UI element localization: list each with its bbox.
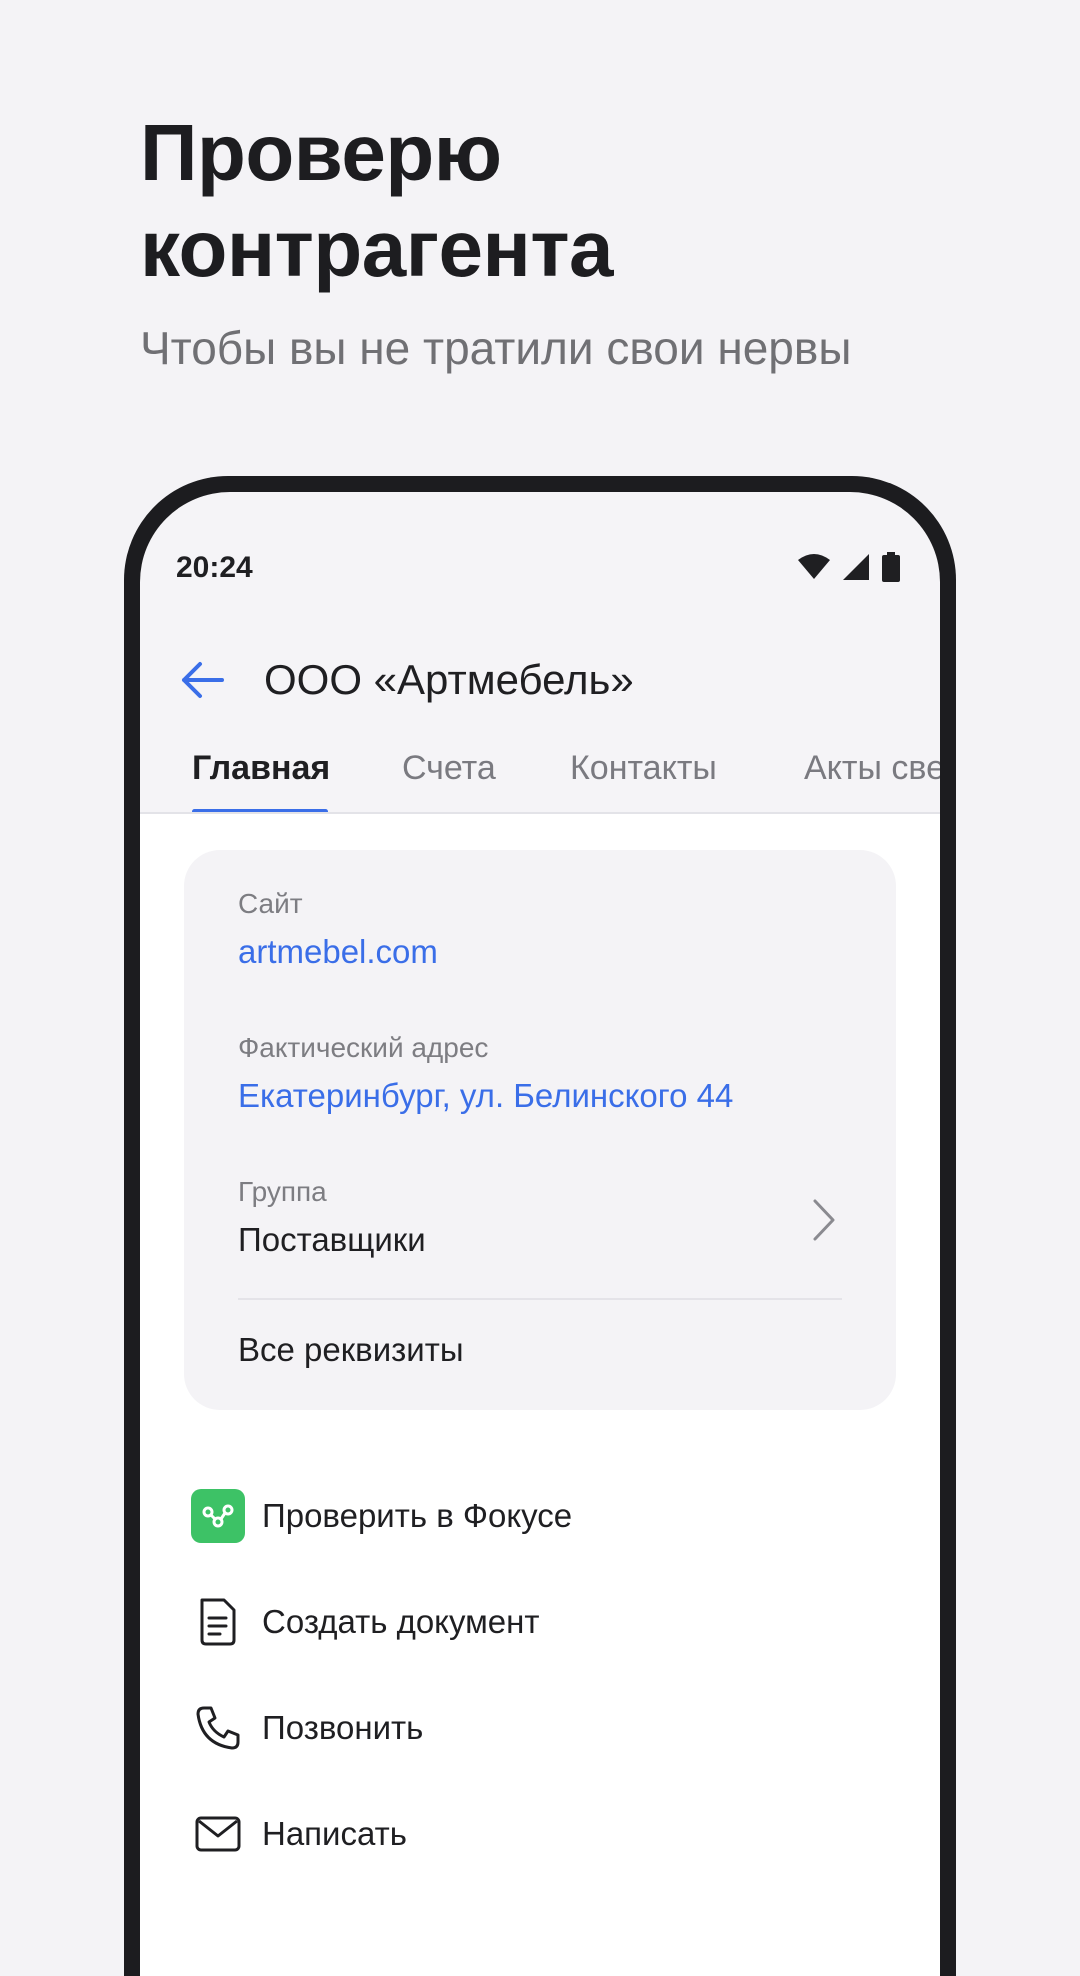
requisites-card: Сайт artmebel.com Фактический адрес Екат… [184,850,896,1410]
call-action[interactable]: Позвонить [190,1690,900,1770]
promo-subtitle: Чтобы вы не тратили свои нервы [140,322,852,374]
address-label: Фактический адрес [238,1032,489,1063]
back-button[interactable] [174,652,230,708]
address-link[interactable]: Екатеринбург, ул. Белинского 44 [238,1074,733,1118]
phone-icon [190,1700,246,1756]
check-in-focus-label: Проверить в Фокусе [262,1497,573,1534]
status-icons [798,552,900,582]
tab-invoices[interactable]: Счета [402,736,496,812]
write-action[interactable]: Написать [190,1796,900,1876]
promo-title-line2: контрагента [140,204,614,293]
mail-icon [190,1806,246,1862]
focus-logo-icon [190,1488,246,1544]
divider [238,1298,842,1300]
tab-bar: Главная Счета Контакты Акты сверки [140,736,940,814]
call-label: Позвонить [262,1709,424,1746]
tab-contacts[interactable]: Контакты [570,736,717,812]
tab-main[interactable]: Главная [192,736,330,812]
app-bar: ООО «Артмебель» [140,632,940,728]
create-document-action[interactable]: Создать документ [190,1584,900,1664]
site-label: Сайт [238,888,303,919]
status-time: 20:24 [176,551,253,584]
company-title: ООО «Артмебель» [264,656,634,703]
site-link[interactable]: artmebel.com [238,930,438,974]
status-bar: 20:24 [140,546,940,590]
main-content: Сайт artmebel.com Фактический адрес Екат… [140,814,940,1976]
promo-title-line1: Проверю [140,108,502,197]
write-label: Написать [262,1815,407,1852]
wifi-icon [798,554,830,579]
check-in-focus-action[interactable]: Проверить в Фокусе [190,1478,900,1558]
document-icon [190,1594,246,1650]
create-document-label: Создать документ [262,1603,540,1640]
phone-frame: 20:24 ООО «Артмебель» Главная Счета Конт… [124,476,956,1976]
chevron-right-icon [813,1199,835,1241]
promo-title: Проверю контрагента [140,105,614,297]
all-requisites-button[interactable]: Все реквизиты [238,1328,464,1372]
phone-screen: 20:24 ООО «Артмебель» Главная Счета Конт… [140,492,940,1976]
tab-reconciliation[interactable]: Акты сверки [804,736,940,812]
signal-icon [843,554,869,580]
arrow-left-icon [182,662,224,698]
group-row[interactable]: Группа Поставщики [184,1150,896,1280]
group-value: Поставщики [238,1221,426,1258]
group-label: Группа [238,1176,327,1207]
battery-icon [882,552,900,582]
